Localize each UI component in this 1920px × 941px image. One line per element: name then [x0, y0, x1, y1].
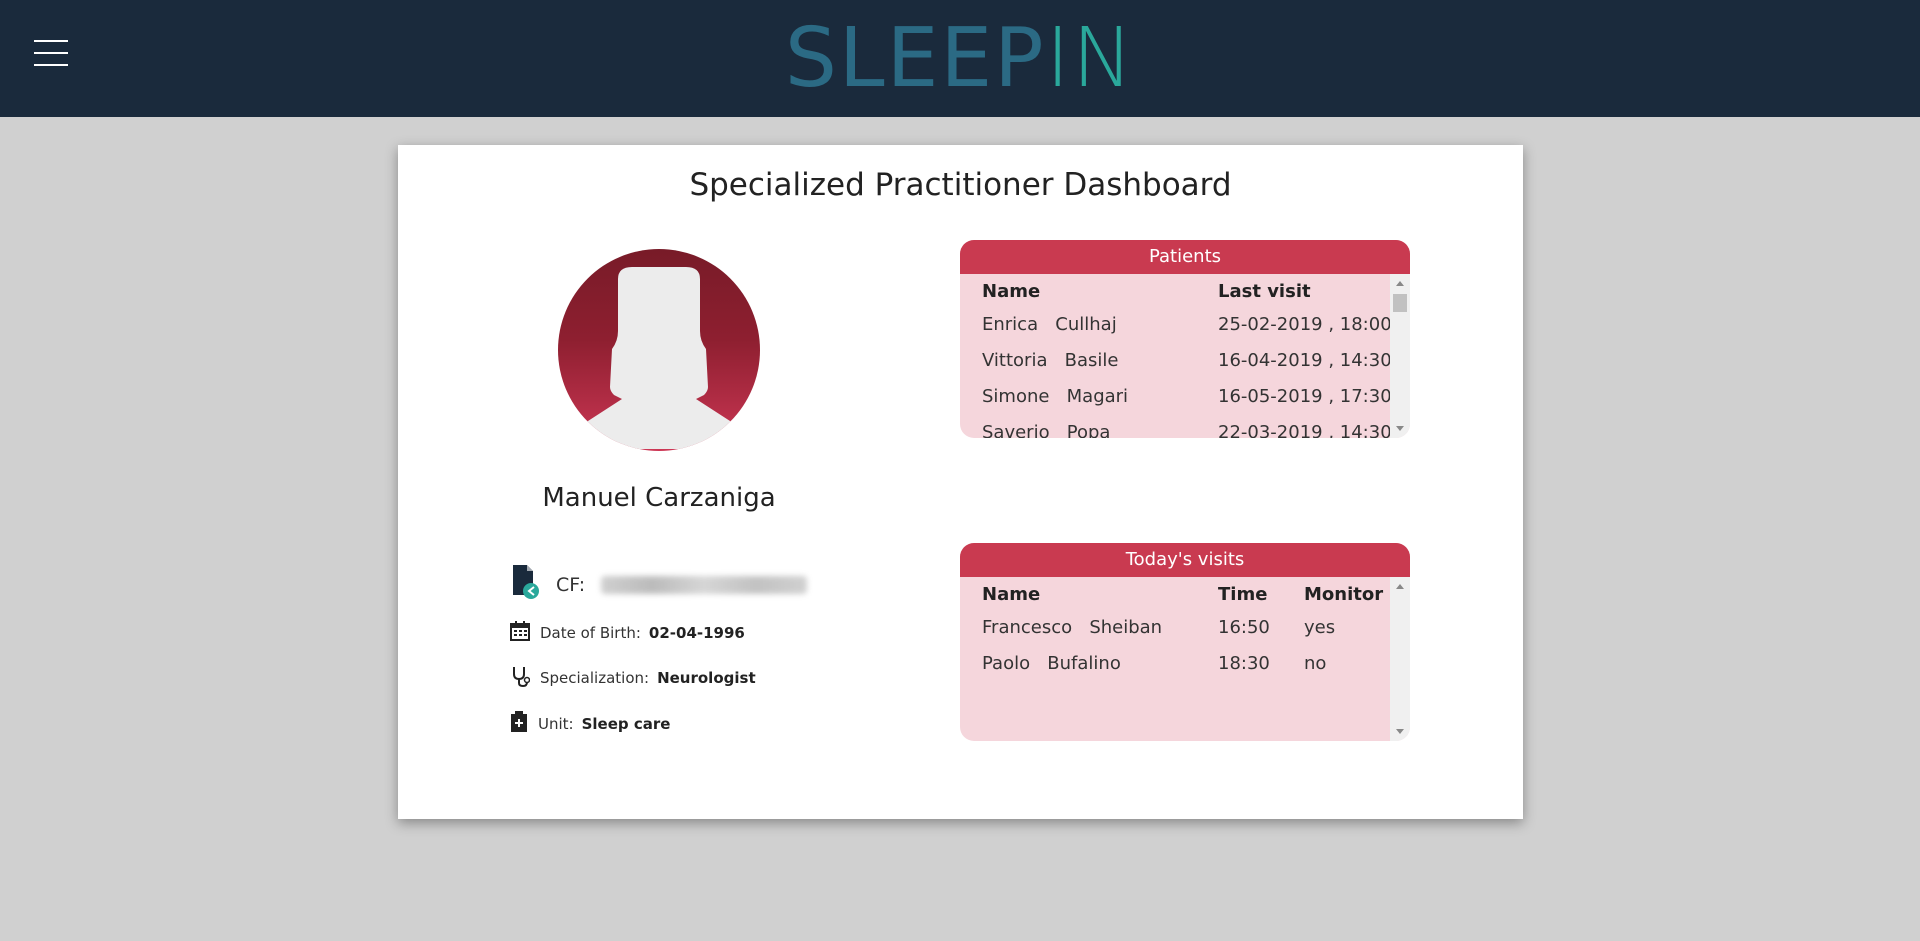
- specialization-label: Specialization:: [540, 669, 650, 687]
- table-row[interactable]: Paolo Bufalino 18:30 no: [982, 645, 1388, 681]
- todays-visits-list[interactable]: Name Time Monitor Francesco Sheiban 16:5…: [960, 577, 1410, 741]
- patients-scrollbar[interactable]: [1390, 274, 1410, 438]
- visit-first-name: Paolo: [982, 652, 1031, 674]
- patients-panel: Patients Name Last visit Enrica Cullhaj …: [960, 240, 1410, 438]
- logo-sleep: SLEEP: [784, 11, 1046, 106]
- cf-row: CF:: [510, 563, 808, 606]
- table-row[interactable]: Enrica Cullhaj 25-02-2019 , 18:00: [982, 306, 1392, 342]
- cf-value-blurred: [601, 575, 808, 594]
- avatar: [558, 249, 760, 451]
- doctor-name: Manuel Carzaniga: [542, 483, 776, 513]
- column-header-last-visit: Last visit: [1218, 280, 1311, 302]
- todays-visits-scrollbar[interactable]: [1390, 577, 1410, 741]
- visit-monitor: no: [1304, 652, 1327, 674]
- patient-last-visit: 22-03-2019 , 14:30: [1218, 421, 1392, 439]
- unit-value: Sleep care: [581, 715, 671, 733]
- top-bar: SLEEPIN: [0, 0, 1920, 117]
- app-logo: SLEEPIN: [0, 14, 1920, 104]
- patient-first-name: Saverio: [982, 421, 1050, 439]
- logo-in: IN: [1045, 11, 1136, 106]
- specialization-row: Specialization: Neurologist: [510, 665, 756, 691]
- column-header-time: Time: [1218, 583, 1268, 605]
- unit-label: Unit:: [538, 715, 574, 733]
- unit-row: Unit: Sleep care: [510, 711, 670, 737]
- patient-last-visit: 16-05-2019 , 17:30: [1218, 385, 1392, 407]
- visit-time: 18:30: [1218, 652, 1270, 674]
- patient-last-name: Magari: [1066, 385, 1129, 407]
- patients-table: Name Last visit Enrica Cullhaj 25-02-201…: [982, 276, 1392, 439]
- column-header-name: Name: [982, 280, 1041, 302]
- scrollbar-thumb[interactable]: [1393, 294, 1407, 312]
- scroll-up-icon[interactable]: [1396, 281, 1404, 286]
- patient-last-name: Popa: [1066, 421, 1111, 439]
- dob-label: Date of Birth:: [540, 624, 641, 642]
- dob-value: 02-04-1996: [648, 624, 745, 642]
- visit-first-name: Francesco: [982, 616, 1073, 638]
- document-clock-icon: [510, 563, 540, 606]
- visit-time: 16:50: [1218, 616, 1270, 638]
- page-title: Specialized Practitioner Dashboard: [689, 167, 1232, 203]
- todays-visits-table: Name Time Monitor Francesco Sheiban 16:5…: [982, 579, 1388, 681]
- calendar-icon: [510, 621, 530, 645]
- patient-last-visit: 25-02-2019 , 18:00: [1218, 313, 1392, 335]
- patient-first-name: Vittoria: [982, 349, 1048, 371]
- patient-first-name: Enrica: [982, 313, 1039, 335]
- todays-visits-panel-title: Today's visits: [960, 543, 1410, 577]
- stethoscope-icon: [510, 665, 531, 691]
- todays-visits-panel: Today's visits Name Time Monitor Frances…: [960, 543, 1410, 741]
- patient-last-name: Basile: [1064, 349, 1119, 371]
- column-header-name: Name: [982, 583, 1041, 605]
- patients-list[interactable]: Name Last visit Enrica Cullhaj 25-02-201…: [960, 274, 1410, 438]
- patient-last-visit: 16-04-2019 , 14:30: [1218, 349, 1392, 371]
- patient-first-name: Simone: [982, 385, 1050, 407]
- visit-last-name: Sheiban: [1089, 616, 1163, 638]
- cf-label: CF:: [556, 573, 586, 596]
- table-row[interactable]: Simone Magari 16-05-2019 , 17:30: [982, 378, 1392, 414]
- visit-monitor: yes: [1304, 616, 1336, 638]
- clipboard-medical-icon: [510, 711, 528, 737]
- dashboard-card: Specialized Practitioner Dashboard Manue…: [398, 145, 1523, 819]
- scroll-down-icon[interactable]: [1396, 729, 1404, 734]
- dob-row: Date of Birth: 02-04-1996: [510, 621, 745, 645]
- table-row[interactable]: Francesco Sheiban 16:50 yes: [982, 609, 1388, 645]
- visit-last-name: Bufalino: [1047, 652, 1121, 674]
- scroll-up-icon[interactable]: [1396, 584, 1404, 589]
- user-silhouette-icon: [580, 267, 738, 449]
- column-header-monitor: Monitor: [1304, 583, 1384, 605]
- table-row[interactable]: Vittoria Basile 16-04-2019 , 14:30: [982, 342, 1392, 378]
- table-row[interactable]: Saverio Popa 22-03-2019 , 14:30: [982, 414, 1392, 439]
- patient-last-name: Cullhaj: [1055, 313, 1117, 335]
- scroll-down-icon[interactable]: [1396, 426, 1404, 431]
- specialization-value: Neurologist: [657, 669, 756, 687]
- patients-panel-title: Patients: [960, 240, 1410, 274]
